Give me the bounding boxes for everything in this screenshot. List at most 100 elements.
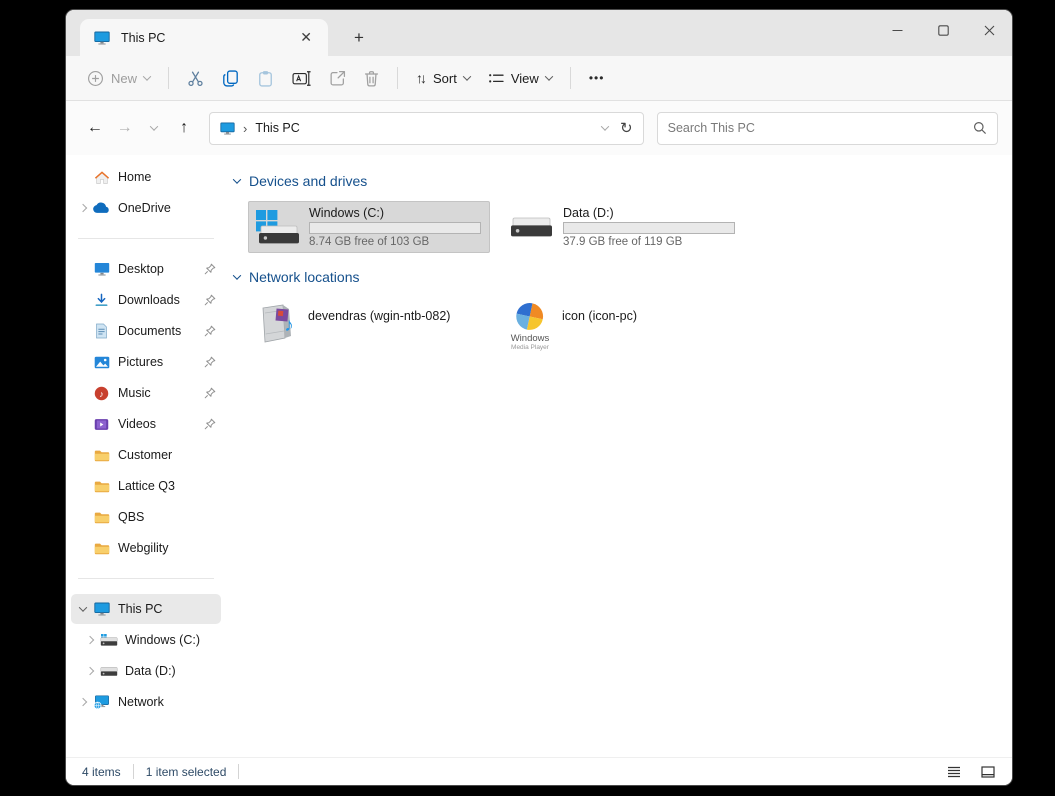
windows-drive-large-icon [254,209,300,245]
new-tab-button[interactable]: + [346,28,372,48]
chevron-down-icon [463,72,471,80]
share-button[interactable] [320,63,355,94]
tab-close-icon[interactable]: ✕ [294,27,318,48]
up-button[interactable]: ↑ [169,113,199,143]
sort-button[interactable]: ↑↓ Sort [407,63,479,93]
sidebar-item-label: Documents [118,324,204,338]
file-explorer-window: This PC ✕ + New [66,10,1012,785]
tab-title: This PC [121,31,284,45]
sidebar-item-pictures[interactable]: Pictures [71,347,221,377]
sidebar-item-customer[interactable]: Customer [71,440,221,470]
sidebar-item-label: Videos [118,417,204,431]
folder-icon [92,449,111,462]
sidebar-item-label: QBS [118,510,216,524]
sidebar-item-this-pc[interactable]: This PC [71,594,221,624]
sidebar-separator [78,238,214,239]
address-bar[interactable]: › This PC ↻ [209,112,644,145]
cut-button[interactable] [178,63,213,94]
group-header-network-locations[interactable]: Network locations [234,269,1012,285]
breadcrumb-separator: › [243,121,247,136]
drive-tile-data-d[interactable]: Data (D:) 37.9 GB free of 119 GB [502,201,744,253]
chevron-right-icon[interactable] [79,204,87,212]
large-icons-view-button[interactable] [976,761,1000,783]
forward-button[interactable]: → [110,113,140,143]
back-button[interactable]: ← [80,113,110,143]
pin-icon [204,263,216,275]
network-item-devendras[interactable]: ♪ devendras (wgin-ntb-082) [248,297,490,355]
network-item-icon-pc[interactable]: Windows Media Player icon (icon-pc) [502,297,744,355]
rename-button[interactable] [283,63,320,94]
sidebar-item-label: OneDrive [118,201,216,215]
sidebar-item-network[interactable]: Network [71,687,221,717]
breadcrumb-location[interactable]: This PC [255,121,594,135]
chevron-right-icon[interactable] [86,636,94,644]
tab-strip: This PC ✕ + [66,10,1012,56]
sidebar-item-onedrive[interactable]: OneDrive [71,193,221,223]
wmp-caption-line2: Media Player [511,344,549,352]
this-pc-icon [92,602,111,616]
pin-icon [204,418,216,430]
sidebar-item-music[interactable]: ♪ Music [71,378,221,408]
sidebar-item-home[interactable]: Home [71,162,221,192]
sidebar-item-lattice-q3[interactable]: Lattice Q3 [71,471,221,501]
group-header-devices[interactable]: Devices and drives [234,173,1012,189]
sidebar-item-downloads[interactable]: Downloads [71,285,221,315]
sort-label: Sort [433,71,457,86]
chevron-down-icon [545,72,553,80]
capacity-bar [309,222,481,234]
chevron-down-icon[interactable] [233,175,241,183]
videos-icon [92,418,111,431]
history-dropdown-button[interactable] [140,113,170,143]
new-button[interactable]: New [78,63,159,94]
view-layout-icon [488,72,504,85]
sidebar-item-webgility[interactable]: Webgility [71,533,221,563]
pin-icon [204,325,216,337]
minimize-button[interactable] [874,10,920,50]
network-icon [92,695,111,710]
sidebar-item-label: Lattice Q3 [118,479,216,493]
drive-tile-windows-c[interactable]: Windows (C:) 8.74 GB free of 103 GB [248,201,490,253]
group-title: Devices and drives [249,173,367,189]
sidebar-item-qbs[interactable]: QBS [71,502,221,532]
sidebar-item-documents[interactable]: Documents [71,316,221,346]
sidebar-item-label: Customer [118,448,216,462]
sidebar-item-desktop[interactable]: Desktop [71,254,221,284]
chevron-down-icon[interactable] [79,603,87,611]
svg-text:♪: ♪ [99,388,103,398]
items-view: Devices and drives Windows (C:) 8.74 GB … [226,155,1012,757]
status-separator [133,764,134,779]
drive-large-icon [508,209,554,245]
address-dropdown-icon[interactable] [601,122,609,130]
tab-this-pc[interactable]: This PC ✕ [80,19,328,56]
more-options-button[interactable]: ••• [580,64,614,92]
network-item-label: devendras (wgin-ntb-082) [308,309,450,323]
sidebar-item-videos[interactable]: Videos [71,409,221,439]
sort-arrows-icon: ↑↓ [416,70,424,86]
sidebar-item-windows-c[interactable]: Windows (C:) [71,625,221,655]
close-button[interactable] [966,10,1012,50]
copy-button[interactable] [213,63,248,94]
chevron-right-icon[interactable] [79,698,87,706]
folder-icon [92,542,111,555]
maximize-button[interactable] [920,10,966,50]
search-input[interactable] [668,121,973,135]
home-icon [92,170,111,185]
refresh-icon[interactable]: ↻ [620,119,633,137]
documents-icon [92,323,111,339]
paste-button[interactable] [248,63,283,94]
explorer-body: Home OneDrive Desktop [66,155,1012,757]
chevron-right-icon[interactable] [86,667,94,675]
ellipsis-icon: ••• [589,71,605,85]
sidebar-item-data-d[interactable]: Data (D:) [71,656,221,686]
copy-icon [222,70,239,87]
sidebar-separator [78,578,214,579]
drive-name: Data (D:) [563,206,735,220]
sidebar-item-label: Home [118,170,216,184]
view-button[interactable]: View [479,64,561,93]
search-box[interactable] [657,112,998,145]
chevron-down-icon[interactable] [233,271,241,279]
details-view-button[interactable] [942,761,966,783]
delete-button[interactable] [355,63,388,94]
network-items-row: ♪ devendras (wgin-ntb-082) Windows Media… [248,297,1012,355]
status-bar: 4 items 1 item selected [66,757,1012,785]
